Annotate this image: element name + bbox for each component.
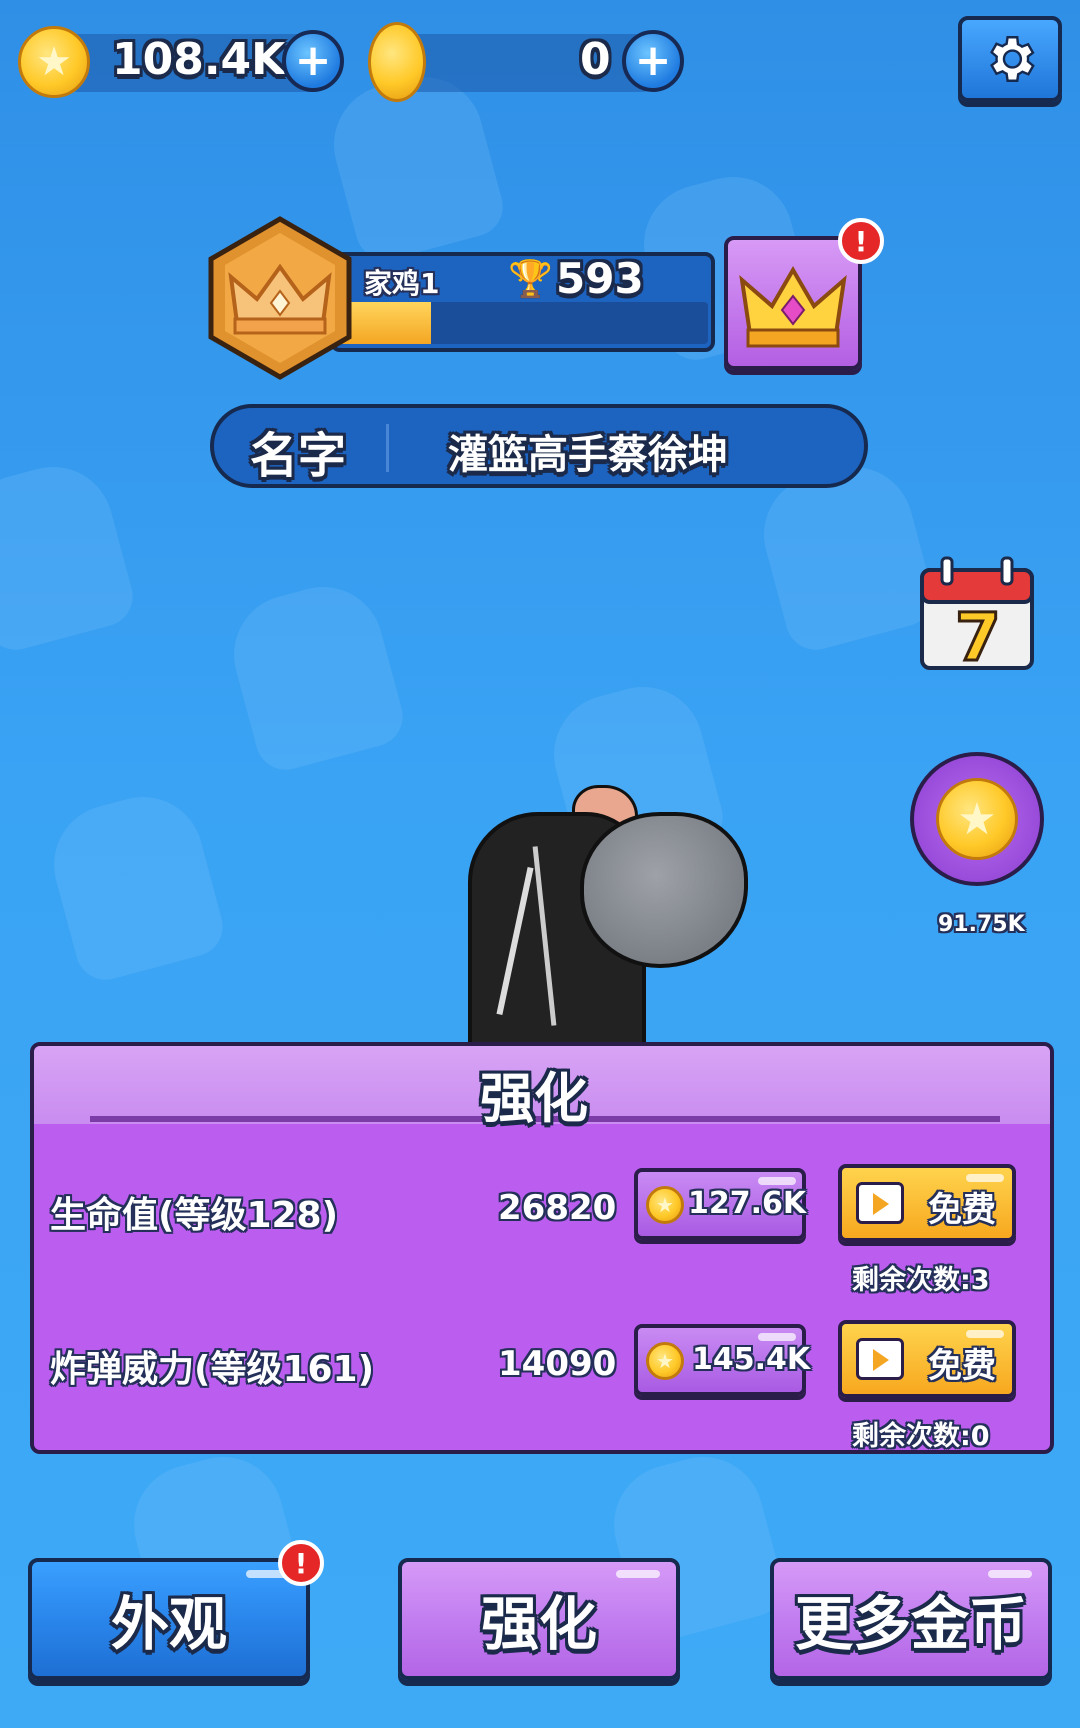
coin-reward-amount: 91.75K [938, 912, 1025, 937]
background-ghost-pattern [40, 783, 230, 987]
add-gem-button[interactable]: + [622, 30, 684, 92]
bomb-stat-value: 14090 [498, 1344, 617, 1384]
bomb-stat-label: 炸弹威力(等级161) [50, 1349, 375, 1390]
character-sack-head [580, 812, 748, 968]
upgrade-panel-title: 强化 [480, 1067, 588, 1130]
name-label: 名字 [250, 428, 347, 484]
gold-coin-icon: ★ [646, 1186, 684, 1224]
upgrade-tab-label: 强化 [480, 1590, 597, 1658]
bomb-remaining-count: 剩余次数:0 [852, 1421, 990, 1452]
video-play-icon [856, 1338, 904, 1380]
hp-remaining-count: 剩余次数:3 [852, 1265, 990, 1296]
gem-amount: 0 [580, 34, 611, 85]
player-name: 灌篮高手蔡徐坤 [448, 432, 728, 478]
coin-reward-button[interactable]: ★ [910, 752, 1044, 886]
hp-stat-label: 生命值(等级128) [50, 1195, 339, 1236]
vip-crown-button[interactable] [724, 236, 862, 370]
appearance-tab-label: 外观 [110, 1590, 227, 1658]
settings-button[interactable] [958, 16, 1062, 102]
calendar-day: 7 [955, 599, 1001, 672]
appearance-alert-badge: ! [278, 1540, 324, 1586]
hp-upgrade-free-button[interactable]: 免费 [838, 1164, 1016, 1242]
plus-icon: + [634, 35, 672, 86]
bomb-upgrade-free-button[interactable]: 免费 [838, 1320, 1016, 1398]
crown-icon [739, 266, 847, 348]
hp-free-label: 免费 [928, 1190, 996, 1230]
bomb-upgrade-cost: 145.4K [692, 1342, 811, 1377]
trophy-count: 593 [556, 254, 644, 303]
appearance-tab-button[interactable]: 外观 [28, 1558, 310, 1680]
more-coins-tab-label: 更多金币 [794, 1590, 1027, 1658]
gold-coin-icon: ★ [18, 26, 90, 98]
name-divider [386, 424, 389, 472]
trophy-icon: 🏆 [508, 259, 553, 300]
rank-hexagon-badge[interactable] [205, 215, 355, 381]
bomb-free-label: 免费 [928, 1346, 996, 1386]
daily-calendar-button[interactable]: 7 [918, 556, 1036, 672]
bomb-upgrade-coin-button[interactable]: ★ 145.4K [634, 1324, 810, 1396]
hp-upgrade-coin-button[interactable]: ★ 127.6K [634, 1168, 806, 1240]
gold-gem-icon [368, 22, 426, 102]
more-coins-tab-button[interactable]: 更多金币 [770, 1558, 1052, 1680]
rank-tier-name: 家鸡1 [364, 267, 440, 300]
upgrade-tab-button[interactable]: 强化 [398, 1558, 680, 1680]
hp-upgrade-cost: 127.6K [688, 1186, 807, 1221]
hp-stat-value: 26820 [498, 1188, 617, 1228]
vip-alert-badge: ! [838, 218, 884, 264]
background-ghost-pattern [0, 453, 140, 657]
background-ghost-pattern [220, 573, 410, 777]
upgrade-panel: 强化 生命值(等级128) 26820 ★ 127.6K 免费 剩余次数:3 炸… [30, 1042, 1054, 1454]
plus-icon: + [294, 35, 332, 86]
gold-coin-icon: ★ [936, 778, 1018, 860]
gold-amount: 108.4K [112, 34, 286, 85]
add-gold-button[interactable]: + [282, 30, 344, 92]
gold-coin-icon: ★ [646, 1342, 684, 1380]
video-play-icon [856, 1182, 904, 1224]
gear-icon [990, 36, 1035, 82]
